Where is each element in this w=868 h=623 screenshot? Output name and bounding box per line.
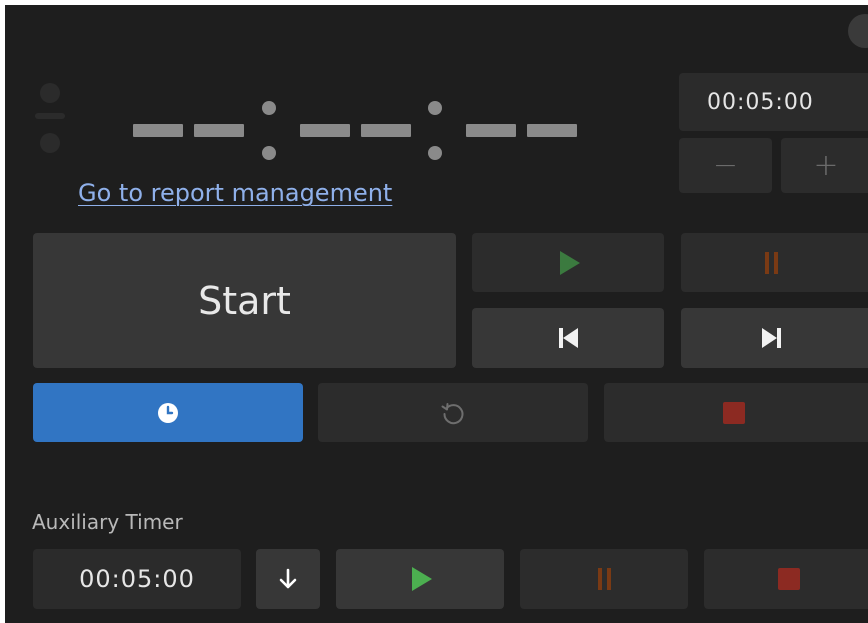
play-icon bbox=[412, 567, 432, 591]
minutes-digit-2 bbox=[361, 124, 411, 137]
skip-next-icon bbox=[761, 328, 781, 348]
pause-icon bbox=[764, 251, 778, 274]
hours-digit-1 bbox=[133, 124, 183, 137]
timer-display: – – : – – : – – bbox=[5, 5, 605, 175]
report-management-link[interactable]: Go to report management bbox=[78, 179, 392, 207]
start-button[interactable]: Start bbox=[33, 233, 456, 368]
minus-icon: − bbox=[712, 148, 739, 183]
auxiliary-time-display: 00:05:00 bbox=[33, 549, 241, 609]
reset-icon bbox=[441, 402, 464, 424]
reset-button[interactable] bbox=[318, 383, 588, 442]
plus-icon: + bbox=[813, 148, 839, 183]
colon-dot-bottom-1 bbox=[262, 146, 276, 160]
pause-icon bbox=[597, 568, 611, 590]
auxiliary-stop-button[interactable] bbox=[704, 549, 868, 609]
stop-icon bbox=[778, 568, 800, 590]
timer-panel: – – : – – : – – Go to report management … bbox=[5, 5, 868, 623]
hours-digit-2 bbox=[194, 124, 244, 137]
start-button-label: Start bbox=[198, 278, 291, 323]
pause-button[interactable] bbox=[681, 233, 868, 292]
next-button[interactable] bbox=[681, 308, 868, 368]
colon-dot-bottom-2 bbox=[428, 146, 442, 160]
previous-button[interactable] bbox=[472, 308, 664, 368]
increment-duration-button[interactable]: + bbox=[781, 138, 868, 193]
colon-dot-top-2 bbox=[428, 101, 442, 115]
decrement-duration-button[interactable]: − bbox=[679, 138, 772, 193]
arrow-down-icon bbox=[279, 568, 297, 589]
colon-dot-top-1 bbox=[262, 101, 276, 115]
clock-icon bbox=[158, 402, 178, 423]
auxiliary-transfer-down-button[interactable] bbox=[256, 549, 320, 609]
auxiliary-pause-button[interactable] bbox=[520, 549, 688, 609]
stop-icon bbox=[723, 401, 745, 424]
auxiliary-time-value: 00:05:00 bbox=[79, 565, 195, 593]
auxiliary-timer-label: Auxiliary Timer bbox=[32, 510, 183, 534]
stop-button[interactable] bbox=[604, 383, 868, 442]
minutes-digit-1 bbox=[300, 124, 350, 137]
seconds-digit-1 bbox=[466, 124, 516, 137]
seconds-digit-2 bbox=[527, 124, 577, 137]
auxiliary-play-button[interactable] bbox=[336, 549, 504, 609]
play-button[interactable] bbox=[472, 233, 664, 292]
skip-previous-icon bbox=[558, 328, 578, 348]
timer-mode-button[interactable] bbox=[33, 383, 303, 442]
close-icon[interactable] bbox=[848, 14, 868, 48]
duration-display: 00:05:00 bbox=[679, 73, 868, 131]
play-icon bbox=[560, 250, 580, 275]
